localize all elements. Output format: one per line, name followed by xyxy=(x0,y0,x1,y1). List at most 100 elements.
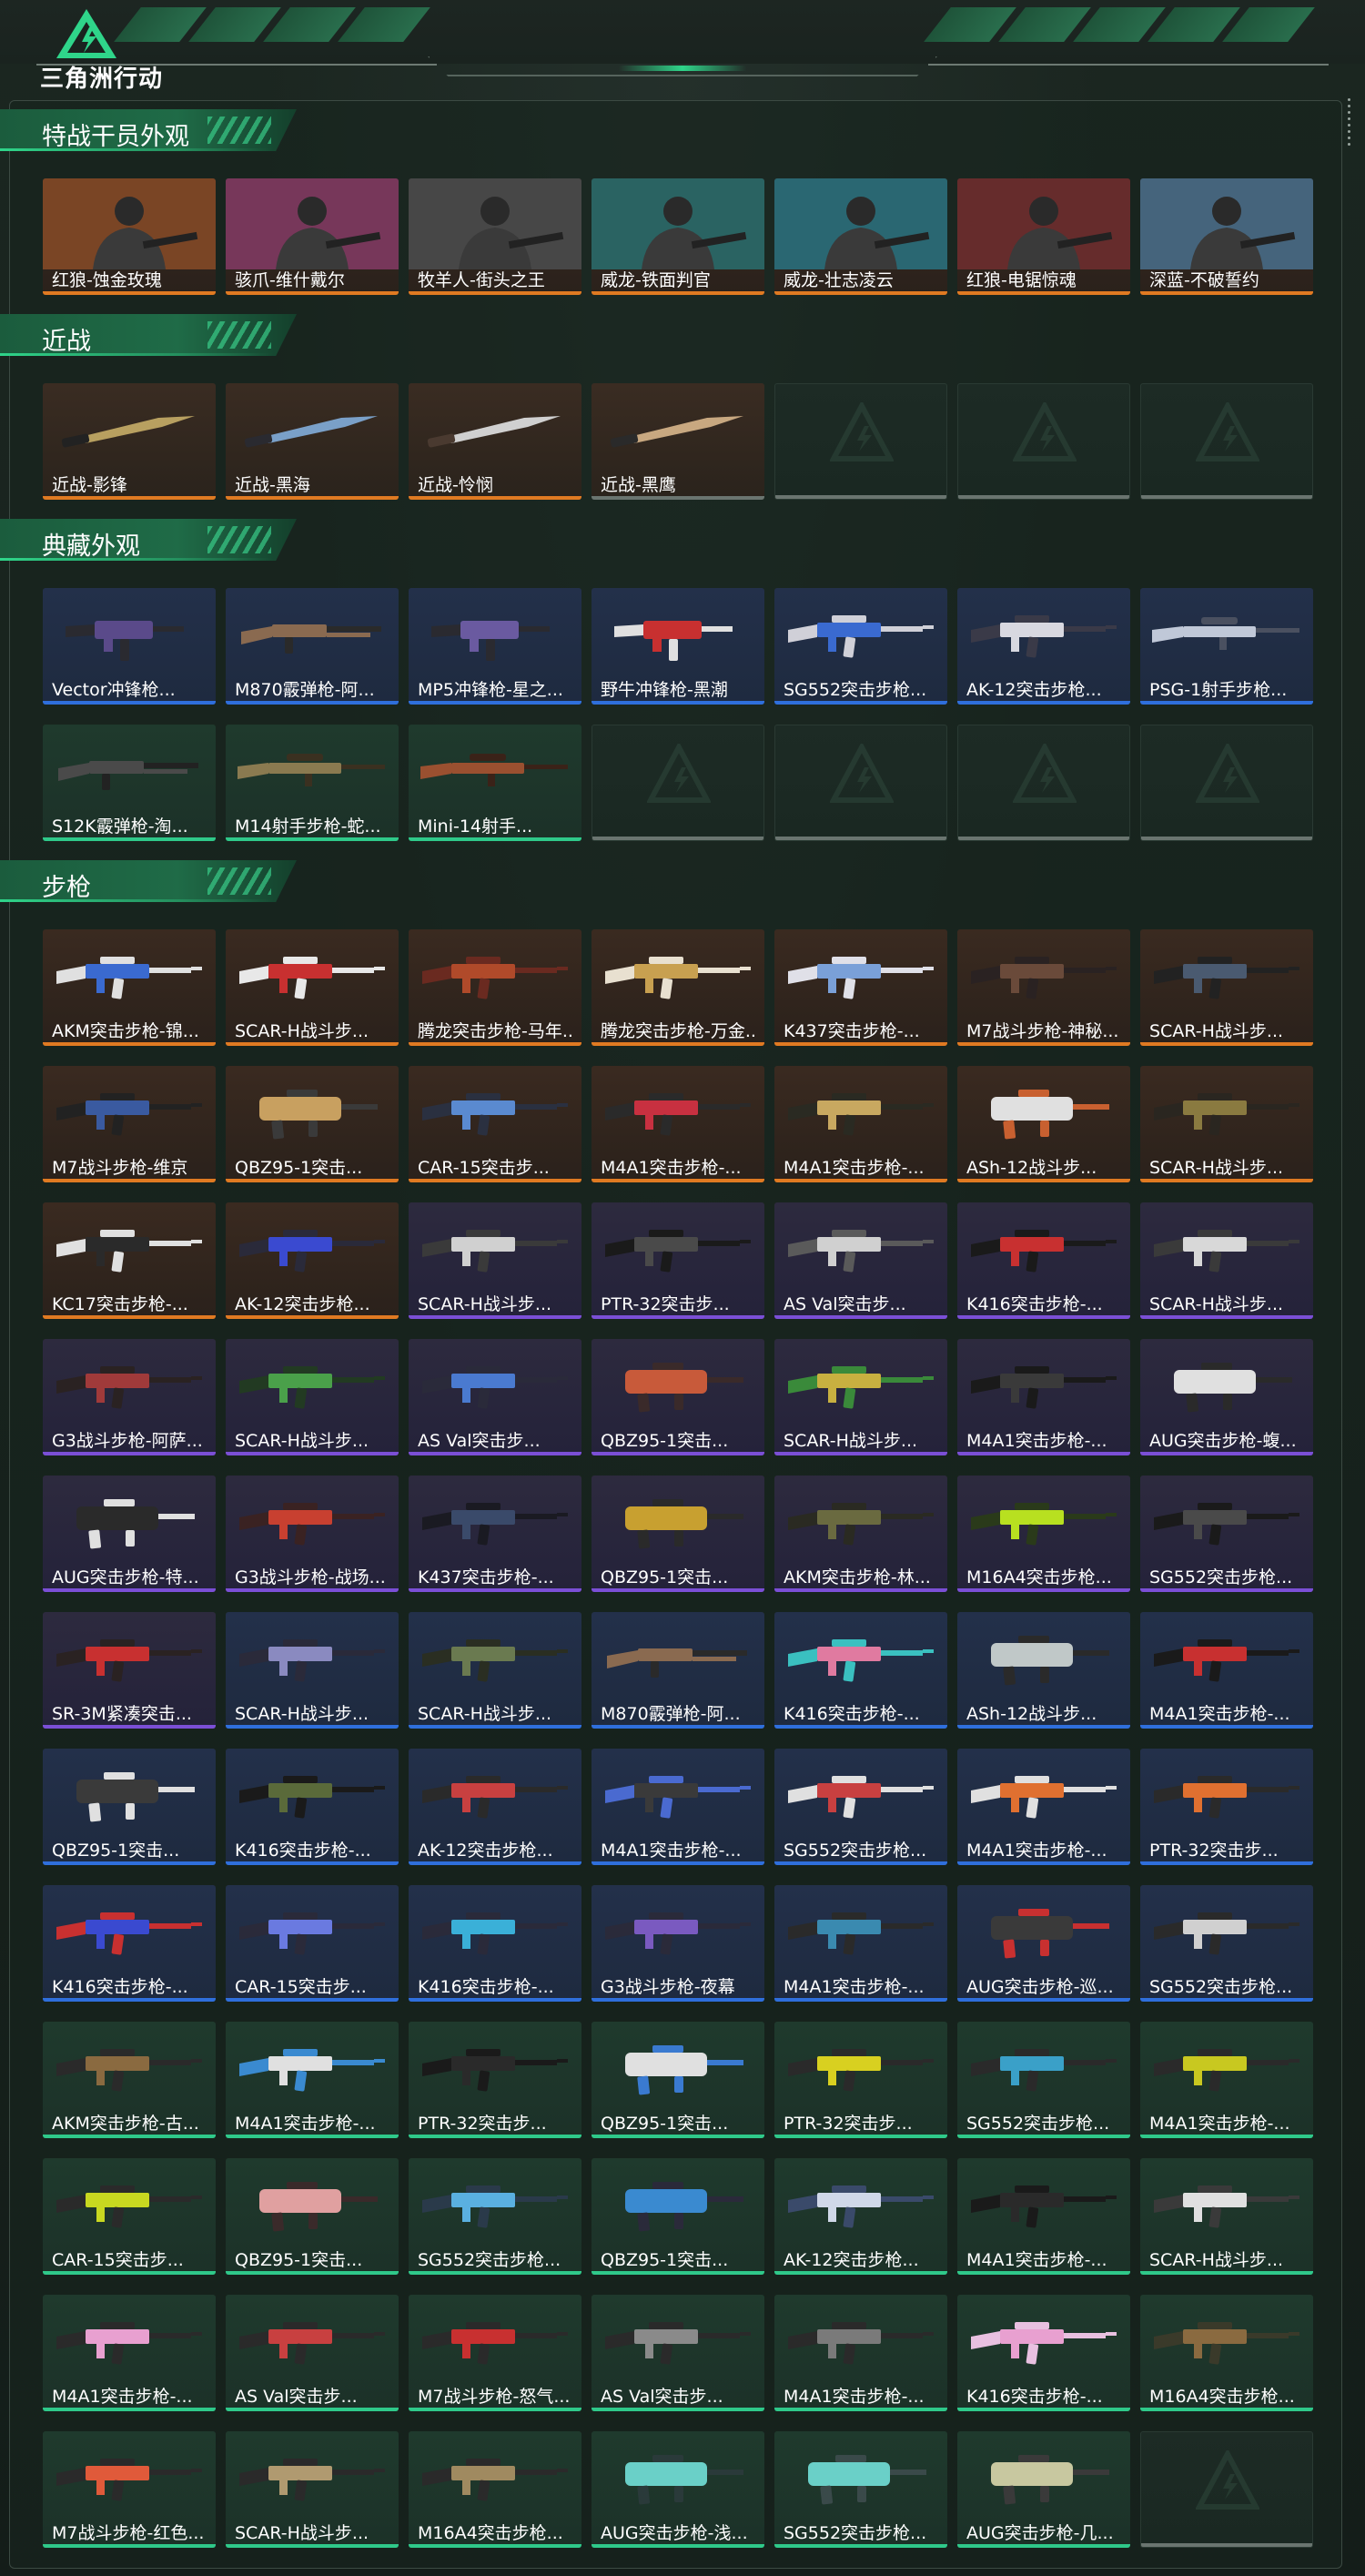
skin-card[interactable]: QBZ95-1突击... xyxy=(592,2022,764,2138)
skin-card[interactable]: SG552突击步枪... xyxy=(774,1749,947,1865)
skin-card[interactable]: AS Val突击步... xyxy=(409,1339,581,1455)
skin-card[interactable]: Vector冲锋枪... xyxy=(43,588,216,705)
skin-card[interactable]: M7战斗步枪-维京 xyxy=(43,1066,216,1182)
skin-card[interactable]: K416突击步枪-... xyxy=(957,1202,1130,1319)
skin-card[interactable]: SCAR-H战斗步... xyxy=(226,929,399,1046)
skin-card[interactable]: M4A1突击步枪-... xyxy=(774,1066,947,1182)
skin-card[interactable]: M4A1突击步枪-... xyxy=(1140,1612,1313,1729)
skin-card[interactable]: ASh-12战斗步... xyxy=(957,1612,1130,1729)
skin-card[interactable]: M4A1突击步枪-... xyxy=(957,2158,1130,2275)
skin-card[interactable]: 深蓝-不破誓约 xyxy=(1140,178,1313,295)
skin-card[interactable]: M4A1突击步枪-... xyxy=(1140,2022,1313,2138)
skin-card[interactable]: PTR-32突击步... xyxy=(592,1202,764,1319)
skin-card[interactable]: CAR-15突击步... xyxy=(409,1066,581,1182)
skin-card[interactable]: 威龙-铁面判官 xyxy=(592,178,764,295)
skin-card[interactable]: K416突击步枪-... xyxy=(43,1885,216,2002)
skin-card[interactable]: 腾龙突击步枪-马年... xyxy=(409,929,581,1046)
skin-card[interactable]: AKM突击步枪-林... xyxy=(774,1476,947,1592)
skin-card[interactable]: AS Val突击步... xyxy=(774,1202,947,1319)
skin-card[interactable]: PTR-32突击步... xyxy=(774,2022,947,2138)
skin-card[interactable]: AKM突击步枪-锦... xyxy=(43,929,216,1046)
skin-card[interactable]: 近战-黑鹰 xyxy=(592,383,764,500)
skin-card[interactable]: S12K霰弹枪-淘... xyxy=(43,725,216,841)
skin-card[interactable]: SCAR-H战斗步... xyxy=(226,1612,399,1729)
skin-card[interactable]: K437突击步枪-... xyxy=(774,929,947,1046)
skin-card[interactable]: QBZ95-1突击... xyxy=(592,2158,764,2275)
skin-card[interactable]: CAR-15突击步... xyxy=(43,2158,216,2275)
skin-card[interactable]: SCAR-H战斗步... xyxy=(1140,929,1313,1046)
skin-card[interactable]: SG552突击步枪... xyxy=(1140,1476,1313,1592)
skin-card[interactable]: AUG突击步枪-浅... xyxy=(592,2431,764,2548)
skin-card[interactable]: 威龙-壮志凌云 xyxy=(774,178,947,295)
skin-card[interactable]: AUG突击步枪-几... xyxy=(957,2431,1130,2548)
skin-card[interactable]: QBZ95-1突击... xyxy=(592,1339,764,1455)
skin-card[interactable]: M16A4突击步枪... xyxy=(1140,2295,1313,2411)
skin-card[interactable]: 近战-怜悯 xyxy=(409,383,581,500)
skin-card[interactable]: 近战-黑海 xyxy=(226,383,399,500)
skin-card[interactable]: QBZ95-1突击... xyxy=(226,1066,399,1182)
skin-card[interactable]: SCAR-H战斗步... xyxy=(774,1339,947,1455)
skin-card[interactable]: SCAR-H战斗步... xyxy=(1140,1202,1313,1319)
skin-card[interactable]: M7战斗步枪-神秘... xyxy=(957,929,1130,1046)
skin-card[interactable]: G3战斗步枪-夜幕 xyxy=(592,1885,764,2002)
skin-card[interactable]: SG552突击步枪... xyxy=(774,588,947,705)
skin-card[interactable]: QBZ95-1突击... xyxy=(43,1749,216,1865)
skin-card[interactable]: M7战斗步枪-怒气... xyxy=(409,2295,581,2411)
skin-card[interactable]: AUG突击步枪-巡... xyxy=(957,1885,1130,2002)
skin-card[interactable]: AK-12突击步枪... xyxy=(957,588,1130,705)
skin-card[interactable]: 红狼-电锯惊魂 xyxy=(957,178,1130,295)
skin-card[interactable]: PTR-32突击步... xyxy=(1140,1749,1313,1865)
skin-card[interactable]: G3战斗步枪-阿萨... xyxy=(43,1339,216,1455)
skin-card[interactable]: AUG突击步枪-蝮... xyxy=(1140,1339,1313,1455)
skin-card[interactable]: M4A1突击步枪-... xyxy=(592,1066,764,1182)
scrollbar-handle[interactable] xyxy=(1345,98,1352,162)
skin-card[interactable]: M16A4突击步枪... xyxy=(957,1476,1130,1592)
skin-card[interactable]: M870霰弹枪-阿... xyxy=(592,1612,764,1729)
skin-card[interactable]: 腾龙突击步枪-万金... xyxy=(592,929,764,1046)
skin-card[interactable]: AKM突击步枪-古... xyxy=(43,2022,216,2138)
skin-card[interactable]: M16A4突击步枪... xyxy=(409,2431,581,2548)
skin-card[interactable]: PSG-1射手步枪... xyxy=(1140,588,1313,705)
skin-card[interactable]: K437突击步枪-... xyxy=(409,1476,581,1592)
skin-card[interactable]: ASh-12战斗步... xyxy=(957,1066,1130,1182)
skin-card[interactable]: AK-12突击步枪... xyxy=(409,1749,581,1865)
skin-card[interactable]: 牧羊人-街头之王 xyxy=(409,178,581,295)
skin-card[interactable]: M4A1突击步枪-... xyxy=(226,2022,399,2138)
skin-card[interactable]: SCAR-H战斗步... xyxy=(226,1339,399,1455)
skin-card[interactable]: SG552突击步枪... xyxy=(774,2431,947,2548)
skin-card[interactable]: MP5冲锋枪-星之... xyxy=(409,588,581,705)
skin-card[interactable]: PTR-32突击步... xyxy=(409,2022,581,2138)
skin-card[interactable]: SG552突击步枪... xyxy=(1140,1885,1313,2002)
skin-card[interactable]: SG552突击步枪... xyxy=(957,2022,1130,2138)
skin-card[interactable]: SCAR-H战斗步... xyxy=(226,2431,399,2548)
skin-card[interactable]: SCAR-H战斗步... xyxy=(409,1202,581,1319)
skin-card[interactable]: 野牛冲锋枪-黑潮 xyxy=(592,588,764,705)
skin-card[interactable]: SG552突击步枪... xyxy=(409,2158,581,2275)
skin-card[interactable]: AUG突击步枪-特... xyxy=(43,1476,216,1592)
skin-card[interactable]: 骇爪-维什戴尔 xyxy=(226,178,399,295)
skin-card[interactable]: QBZ95-1突击... xyxy=(592,1476,764,1592)
skin-card[interactable]: M4A1突击步枪-... xyxy=(774,2295,947,2411)
skin-card[interactable]: K416突击步枪-... xyxy=(774,1612,947,1729)
skin-card[interactable]: M870霰弹枪-阿... xyxy=(226,588,399,705)
skin-card[interactable]: M14射手步枪-蛇... xyxy=(226,725,399,841)
skin-card[interactable]: 近战-影锋 xyxy=(43,383,216,500)
skin-card[interactable]: M7战斗步枪-红色... xyxy=(43,2431,216,2548)
skin-card[interactable]: QBZ95-1突击... xyxy=(226,2158,399,2275)
skin-card[interactable]: 红狼-蚀金玫瑰 xyxy=(43,178,216,295)
skin-card[interactable]: SCAR-H战斗步... xyxy=(409,1612,581,1729)
skin-card[interactable]: K416突击步枪-... xyxy=(226,1749,399,1865)
skin-card[interactable]: K416突击步枪-... xyxy=(957,2295,1130,2411)
skin-card[interactable]: SCAR-H战斗步... xyxy=(1140,2158,1313,2275)
skin-card[interactable]: AS Val突击步... xyxy=(592,2295,764,2411)
skin-card[interactable]: SCAR-H战斗步... xyxy=(1140,1066,1313,1182)
skin-card[interactable]: M4A1突击步枪-... xyxy=(957,1749,1130,1865)
skin-card[interactable]: M4A1突击步枪-... xyxy=(592,1749,764,1865)
skin-card[interactable]: KC17突击步枪-... xyxy=(43,1202,216,1319)
skin-card[interactable]: M4A1突击步枪-... xyxy=(957,1339,1130,1455)
skin-card[interactable]: AS Val突击步... xyxy=(226,2295,399,2411)
skin-card[interactable]: K416突击步枪-... xyxy=(409,1885,581,2002)
skin-card[interactable]: Mini-14射手... xyxy=(409,725,581,841)
skin-card[interactable]: CAR-15突击步... xyxy=(226,1885,399,2002)
skin-card[interactable]: M4A1突击步枪-... xyxy=(43,2295,216,2411)
